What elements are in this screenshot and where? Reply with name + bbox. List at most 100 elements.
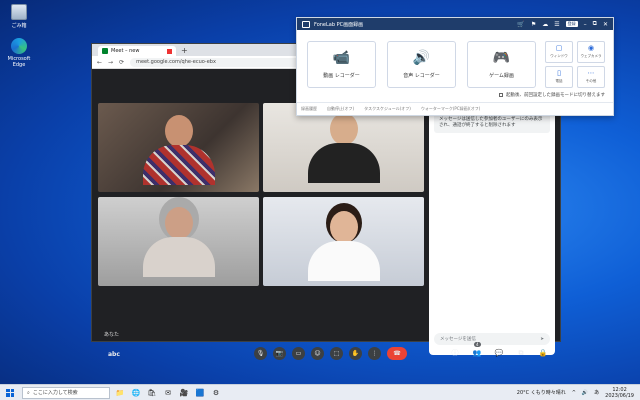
webcam-recorder-button[interactable]: ◉ ウェブカメラ [577, 41, 605, 63]
flag-icon[interactable]: ⚑ [531, 21, 536, 28]
mail-icon[interactable]: ✉ [162, 387, 174, 399]
tab-meet[interactable]: Meet – new [98, 46, 176, 56]
self-name-label: あなた [104, 332, 120, 338]
recorder-title: FoneLab PC画面録画 [314, 21, 364, 28]
captions-icon[interactable]: ▭ [292, 347, 305, 360]
tray-overflow-icon[interactable]: ^ [572, 390, 576, 396]
speaker-icon: 🔊 [412, 49, 431, 66]
pinned-apps: 📁 🌐 🛍 ✉ 🎥 🟦 ⚙ [114, 387, 222, 399]
participant-tile[interactable] [98, 197, 259, 286]
file-explorer-icon[interactable]: 📁 [114, 387, 126, 399]
mode-label: ゲーム録画 [489, 72, 514, 79]
app-logo-icon [302, 20, 310, 28]
minimize-button[interactable]: – [584, 21, 587, 28]
recycle-bin-icon [11, 4, 27, 20]
store-icon[interactable]: 🛍 [146, 387, 158, 399]
tab-title: Meet – new [111, 48, 140, 54]
meeting-code: abc [108, 351, 120, 358]
present-icon[interactable]: ⬚ [330, 347, 343, 360]
auto-switch-checkbox[interactable] [499, 93, 503, 97]
clock-date: 2023/06/19 [605, 392, 634, 399]
participant-tile[interactable] [98, 103, 259, 192]
recorder-title-bar: FoneLab PC画面録画 🛒 ⚑ ☁ ☰ 登録 – ⧉ ✕ [297, 18, 613, 30]
mic-icon[interactable]: 🎙 [254, 347, 267, 360]
weather-widget[interactable]: 20°C くもり時々晴れ [517, 389, 566, 396]
info-icon[interactable]: ⓘ [450, 348, 460, 358]
menu-icon[interactable]: ☰ [554, 21, 559, 28]
close-button[interactable]: ✕ [603, 21, 608, 28]
recorder-taskbar-icon[interactable]: 🎥 [178, 387, 190, 399]
volume-icon[interactable]: 🔊 [582, 390, 588, 396]
history-link[interactable]: 録画履歴 [301, 106, 317, 112]
recorder-window: FoneLab PC画面録画 🛒 ⚑ ☁ ☰ 登録 – ⧉ ✕ 📹 動画 レコー… [296, 17, 614, 116]
chat-icon[interactable]: 💬 [494, 348, 504, 358]
raise-hand-icon[interactable]: ✋ [349, 347, 362, 360]
schedule-link[interactable]: タスクスケジュール(オフ) [364, 106, 411, 112]
send-icon[interactable]: ➤ [540, 337, 544, 342]
chat-input[interactable]: メッセージを送信 ➤ [434, 333, 550, 345]
camera-icon[interactable]: 📷 [273, 347, 286, 360]
tool-label: その他 [585, 79, 597, 83]
phone-icon: ▯ [557, 69, 561, 77]
more-options-icon[interactable]: ⋮ [368, 347, 381, 360]
recording-indicator-icon [167, 48, 172, 54]
tool-label: ウェブカメラ [580, 54, 602, 58]
audio-recorder-button[interactable]: 🔊 音声 レコーダー [387, 41, 456, 88]
search-placeholder: ここに入力して検索 [32, 390, 78, 396]
recording-modes: 📹 動画 レコーダー 🔊 音声 レコーダー 🎮 ゲーム録画 [307, 41, 536, 88]
start-button[interactable] [4, 387, 16, 399]
cloud-icon[interactable]: ☁ [542, 21, 548, 28]
edge-icon [11, 38, 27, 54]
activities-icon[interactable]: ⧉ [516, 348, 526, 358]
people-icon[interactable]: 👥 4 [472, 342, 482, 358]
call-controls: 🎙 📷 ▭ ☺ ⬚ ✋ ⋮ ☎ [254, 347, 407, 360]
reload-icon[interactable]: ⟳ [119, 59, 124, 66]
clock[interactable]: 12:02 2023/06/19 [605, 387, 634, 399]
more-tools-button[interactable]: ⋯ その他 [577, 66, 605, 88]
recycle-bin-desktop-icon[interactable]: ごみ箱 [4, 4, 34, 29]
end-call-button[interactable]: ☎ [387, 347, 407, 360]
auto-switch-option[interactable]: 起動後、前回設定した録画モードに切り替えます [499, 92, 605, 98]
participant-tile[interactable] [263, 197, 424, 286]
watermark-link[interactable]: ウォーターマーク(PC録画)(オフ) [421, 106, 480, 112]
emoji-icon[interactable]: ☺ [311, 347, 324, 360]
chat-panel: メッセージは送信した参加者のユーザーにのみ表示され、通話が終了すると削除されます… [429, 103, 555, 355]
video-recorder-button[interactable]: 📹 動画 レコーダー [307, 41, 376, 88]
cart-icon[interactable]: 🛒 [517, 21, 524, 28]
edge-desktop-icon[interactable]: Microsoft Edge [4, 38, 34, 68]
recorder-footer: 録画履歴 自動停止(オフ) タスクスケジュール(オフ) ウォーターマーク(PC録… [297, 102, 613, 115]
gamepad-icon: 🎮 [492, 49, 511, 66]
auto-switch-label: 起動後、前回設定した録画モードに切り替えます [506, 93, 605, 98]
taskbar-search[interactable]: ⌕ ここに入力して検索 [22, 386, 110, 399]
participant-video [307, 211, 380, 281]
host-controls-icon[interactable]: 🔒 [538, 348, 548, 358]
app-taskbar-icon[interactable]: 🟦 [194, 387, 206, 399]
ime-icon[interactable]: あ [594, 389, 599, 396]
tool-label: ウィンドウ [550, 54, 568, 58]
game-recorder-button[interactable]: 🎮 ゲーム録画 [467, 41, 536, 88]
search-icon: ⌕ [27, 389, 30, 396]
auto-stop-link[interactable]: 自動停止(オフ) [327, 106, 354, 112]
back-icon[interactable]: ← [97, 59, 102, 66]
participant-tile[interactable] [263, 103, 424, 192]
settings-icon[interactable]: ⚙ [210, 387, 222, 399]
forward-icon[interactable]: → [108, 59, 113, 66]
tool-grid: ▢ ウィンドウ ◉ ウェブカメラ ▯ 電話 ⋯ その他 [545, 41, 605, 88]
window-recorder-button[interactable]: ▢ ウィンドウ [545, 41, 573, 63]
webcam-icon: ◉ [587, 44, 595, 52]
video-camera-icon: 📹 [332, 49, 351, 66]
desktop-icon-label: ごみ箱 [11, 23, 27, 29]
register-button[interactable]: 登録 [565, 21, 578, 27]
new-tab-button[interactable]: + [181, 46, 188, 56]
phone-recorder-button[interactable]: ▯ 電話 [545, 66, 573, 88]
participant-video [142, 115, 215, 185]
edge-taskbar-icon[interactable]: 🌐 [130, 387, 142, 399]
mode-label: 動画 レコーダー [323, 72, 360, 79]
system-tray: 20°C くもり時々晴れ ^ 🔊 あ 12:02 2023/06/19 [517, 387, 640, 399]
recorder-title-controls: 🛒 ⚑ ☁ ☰ 登録 – ⧉ ✕ [517, 20, 608, 28]
desktop-icon-label: Microsoft Edge [7, 56, 31, 68]
restore-button[interactable]: ⧉ [593, 20, 597, 28]
participant-video [307, 113, 380, 183]
participant-video [142, 207, 215, 277]
meet-favicon-icon [102, 48, 108, 54]
